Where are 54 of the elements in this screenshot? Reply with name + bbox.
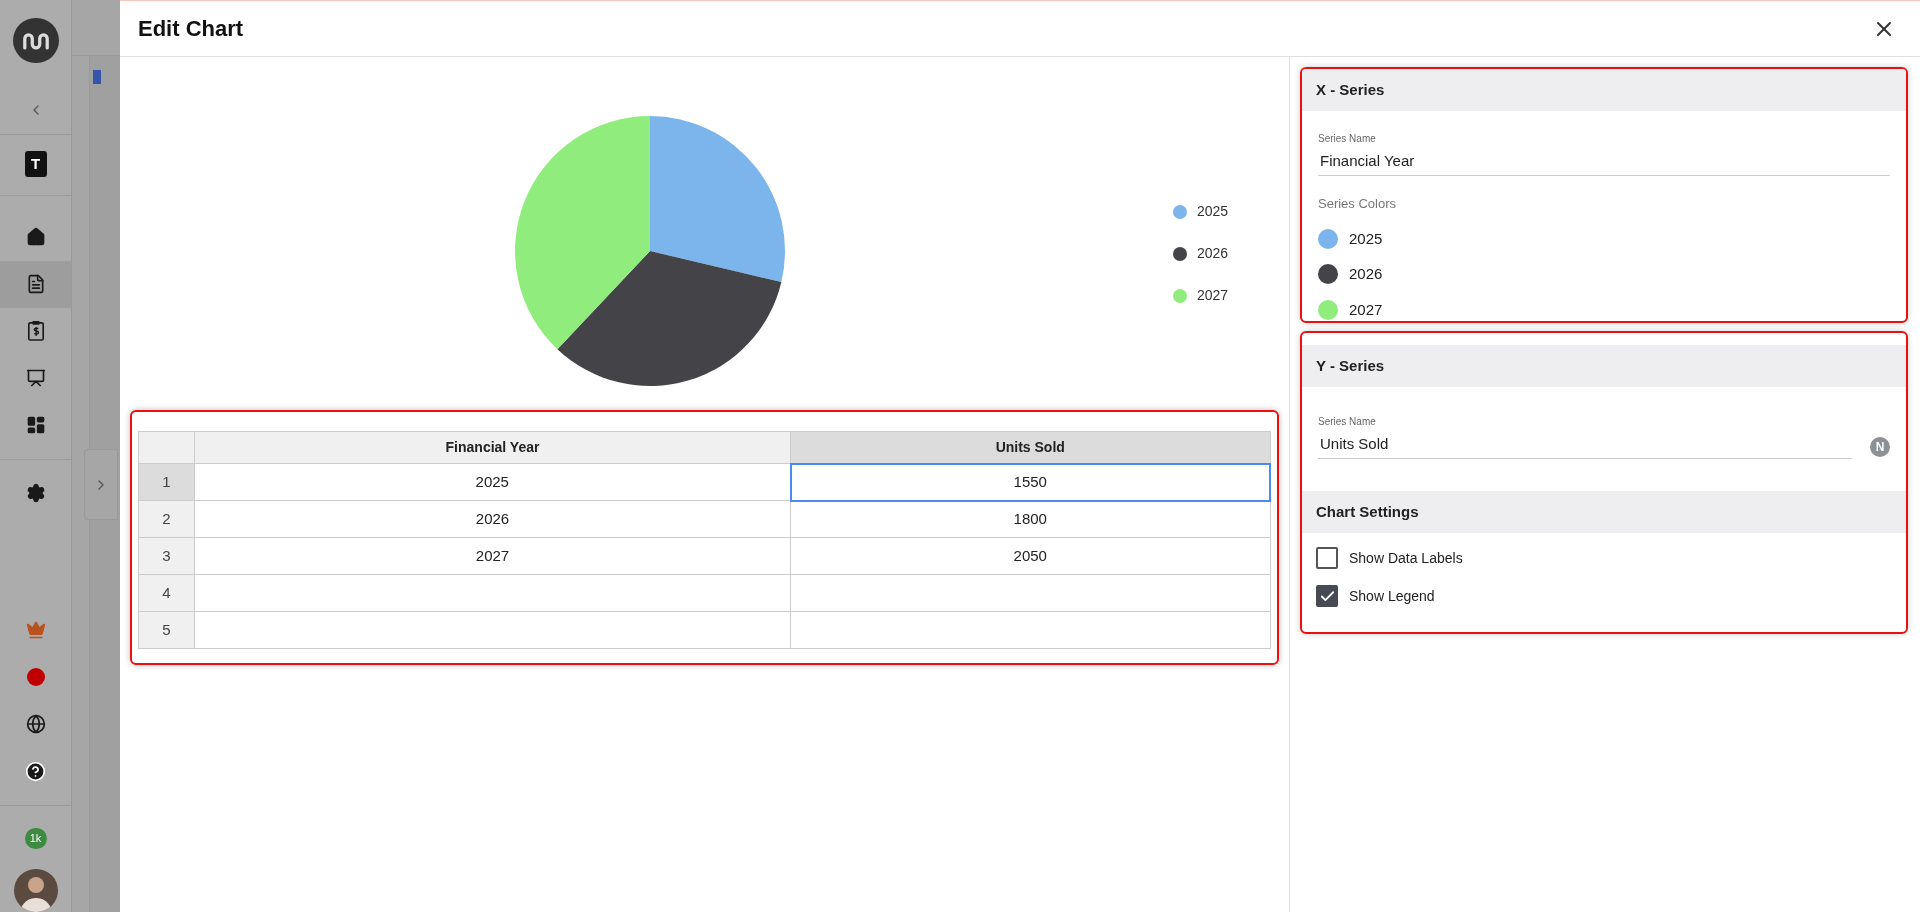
home-icon: [25, 227, 46, 248]
workspace-badge[interactable]: T: [24, 150, 47, 177]
checkbox[interactable]: [1316, 585, 1338, 607]
checkbox-label: Show Legend: [1349, 586, 1435, 606]
row-number[interactable]: 1: [138, 463, 195, 501]
table-cell[interactable]: [194, 611, 791, 649]
logo-icon: [21, 30, 50, 50]
row-number[interactable]: 5: [138, 611, 195, 649]
section-title: Y - Series: [1316, 355, 1385, 376]
record-icon: [26, 668, 45, 687]
section-title: X - Series: [1316, 79, 1385, 100]
help-icon: [25, 760, 46, 782]
dialog-title: Edit Chart: [138, 15, 244, 43]
section-title: Chart Settings: [1316, 501, 1419, 522]
table-cell[interactable]: 1550: [790, 463, 1270, 501]
field-label: Series Name: [1318, 132, 1377, 146]
avatar[interactable]: [13, 869, 58, 912]
checkbox[interactable]: [1316, 547, 1338, 569]
series-name-field[interactable]: Units Sold: [1318, 429, 1852, 459]
color-swatch[interactable]: [1318, 228, 1338, 249]
column-header[interactable]: Units Sold: [790, 431, 1270, 464]
corner-cell: [138, 431, 195, 464]
table-cell[interactable]: 2050: [790, 537, 1270, 575]
table-cell[interactable]: 1800: [790, 500, 1270, 538]
settings-icon: [25, 483, 46, 504]
table-cell[interactable]: [194, 574, 791, 612]
row-number[interactable]: 2: [138, 500, 195, 538]
color-label: 2025: [1349, 228, 1383, 249]
color-swatch[interactable]: [1318, 299, 1338, 320]
checkbox-label: Show Data Labels: [1349, 548, 1463, 568]
presentation-icon: [25, 368, 46, 389]
clipboard-dollar-icon: [26, 320, 45, 343]
nav-item[interactable]: [0, 260, 71, 308]
column-header[interactable]: Financial Year: [194, 431, 791, 464]
table-cell[interactable]: 2027: [194, 537, 791, 575]
count-badge: 1k: [24, 827, 47, 850]
globe-icon: [25, 714, 46, 735]
field-label: Series Name: [1318, 415, 1377, 429]
legend-label: 2025: [1197, 202, 1229, 221]
crown-icon: [25, 620, 46, 641]
table-cell[interactable]: 2026: [194, 500, 791, 538]
tab-marker: [93, 70, 101, 84]
table-cell[interactable]: [790, 574, 1270, 612]
table-cell[interactable]: [790, 611, 1270, 649]
series-name-field[interactable]: Financial Year: [1318, 146, 1890, 176]
legend-label: 2026: [1197, 244, 1229, 263]
color-swatch[interactable]: [1318, 264, 1338, 285]
legend-label: 2027: [1197, 286, 1229, 305]
row-number[interactable]: 3: [138, 537, 195, 575]
dashboard-icon: [25, 415, 46, 436]
series-colors-label: Series Colors: [1318, 195, 1398, 213]
color-label: 2026: [1349, 264, 1383, 284]
row-number[interactable]: 4: [138, 574, 195, 612]
color-label: 2027: [1349, 299, 1383, 320]
